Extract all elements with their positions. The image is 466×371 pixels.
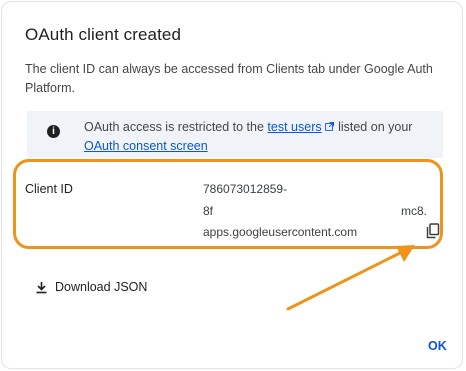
client-id-row: Client ID 786073012859- 8f mc8. apps.goo… — [15, 160, 445, 252]
consent-screen-link[interactable]: OAuth consent screen — [84, 139, 208, 153]
test-users-link[interactable]: test users — [267, 120, 321, 134]
client-id-value-line3: apps.googleusercontent.com — [203, 225, 358, 239]
oauth-client-created-dialog: OAuth client created The client ID can a… — [1, 1, 463, 369]
access-notice: i OAuth access is restricted to the test… — [27, 111, 443, 158]
notice-text-between: listed on your — [334, 120, 413, 134]
dialog-title: OAuth client created — [25, 25, 182, 44]
ok-button[interactable]: OK — [428, 339, 447, 353]
download-icon — [36, 281, 47, 293]
client-id-value-line2-tail: mc8. — [401, 204, 428, 218]
copy-icon[interactable] — [426, 223, 440, 239]
client-id-value-line1: 786073012859- — [203, 182, 288, 196]
notice-text-before: OAuth access is restricted to the — [84, 120, 268, 134]
external-link-icon — [324, 122, 334, 132]
info-icon: i — [47, 125, 60, 138]
download-json-button[interactable]: Download JSON — [35, 277, 147, 297]
client-id-label: Client ID — [25, 182, 73, 196]
client-id-value-line2: 8f — [203, 204, 214, 218]
dialog-description: The client ID can always be accessed fro… — [25, 62, 433, 95]
download-json-label: Download JSON — [55, 280, 148, 294]
notice-text: OAuth access is restricted to the test u… — [84, 118, 429, 156]
